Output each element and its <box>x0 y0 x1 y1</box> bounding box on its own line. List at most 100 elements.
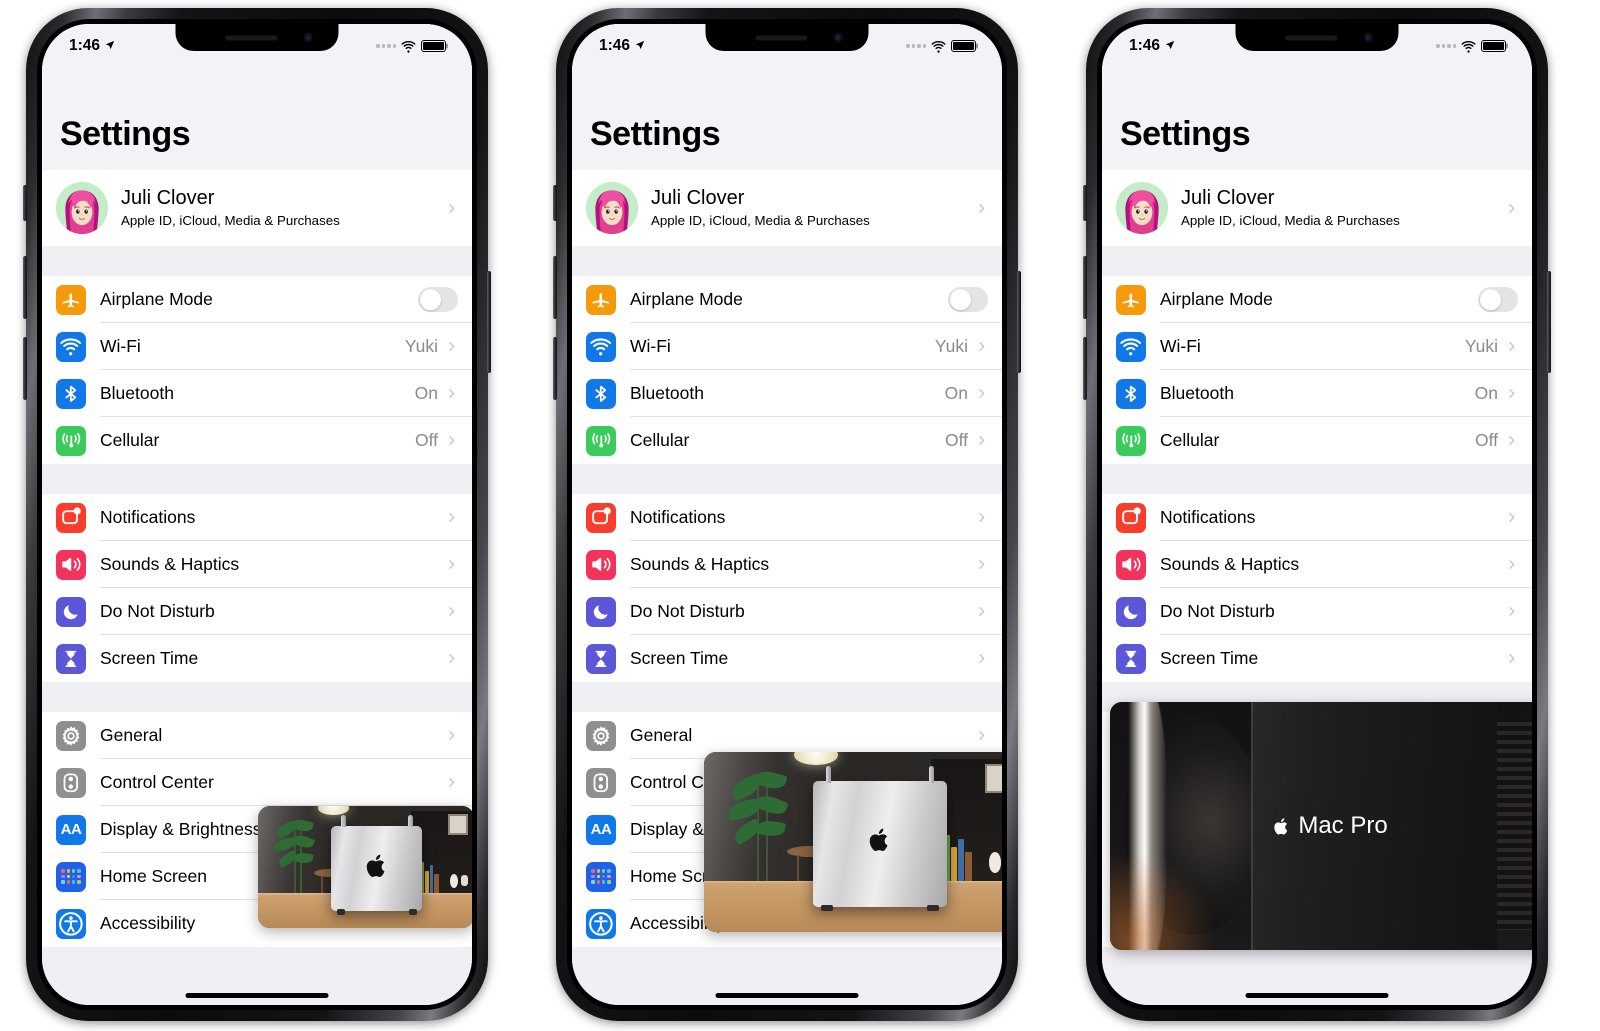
settings-row-wi-fi[interactable]: Wi-Fi Yuki <box>1102 323 1532 370</box>
settings-row-label: Screen Time <box>630 648 729 668</box>
account-row[interactable]: Juli Clover Apple ID, iCloud, Media & Pur… <box>1102 170 1532 246</box>
chevron-right-icon <box>445 729 458 742</box>
bluetooth-icon <box>1116 378 1146 409</box>
gear-icon <box>56 720 86 751</box>
chevron-right-icon <box>445 558 458 571</box>
cellular-antenna-icon <box>586 425 616 456</box>
airplane-mode-toggle[interactable] <box>948 287 988 312</box>
settings-row-general[interactable]: General <box>42 712 472 759</box>
chevron-right-icon <box>445 202 458 215</box>
settings-row-control-center[interactable]: Control Center <box>42 759 472 806</box>
settings-row-label: Do Not Disturb <box>630 601 745 621</box>
account-row[interactable]: Juli Clover Apple ID, iCloud, Media & Pur… <box>572 170 1002 246</box>
volume-down-button[interactable] <box>1083 337 1087 401</box>
settings-row-notifications[interactable]: Notifications <box>42 494 472 541</box>
settings-row-label: Cellular <box>100 430 160 450</box>
side-power-button[interactable] <box>487 271 491 373</box>
phone-screen: 1:46 Settings Juli Clover Apple ID, iCloud,… <box>1102 24 1532 1005</box>
settings-row-do-not-disturb[interactable]: Do Not Disturb <box>572 588 1002 635</box>
account-name: Juli Clover <box>121 187 215 209</box>
airplane-mode-toggle[interactable] <box>418 287 458 312</box>
settings-row-value: Yuki <box>1464 336 1498 356</box>
settings-row-sounds-haptics[interactable]: Sounds & Haptics <box>1102 541 1532 588</box>
phone-bezel: 1:46 Settings Juli Clover Apple ID, iCloud,… <box>1097 19 1537 1010</box>
group-spacer <box>572 464 1002 494</box>
account-row[interactable]: Juli Clover Apple ID, iCloud, Media & Pur… <box>42 170 472 246</box>
settings-row-cellular[interactable]: Cellular Off <box>572 417 1002 464</box>
settings-row-cellular[interactable]: Cellular Off <box>42 417 472 464</box>
picture-in-picture-player[interactable] <box>704 752 1002 932</box>
notch <box>175 24 339 51</box>
settings-row-notifications[interactable]: Notifications <box>572 494 1002 541</box>
settings-row-wi-fi[interactable]: Wi-Fi Yuki <box>572 323 1002 370</box>
chevron-right-icon <box>1505 340 1518 353</box>
account-subtitle: Apple ID, iCloud, Media & Purchases <box>1181 213 1400 228</box>
airplane-mode-toggle[interactable] <box>1478 287 1518 312</box>
home-screen-grid-icon <box>586 861 616 892</box>
settings-row-do-not-disturb[interactable]: Do Not Disturb <box>1102 588 1532 635</box>
chevron-right-icon <box>975 605 988 618</box>
settings-row-do-not-disturb[interactable]: Do Not Disturb <box>42 588 472 635</box>
home-indicator[interactable] <box>185 993 329 998</box>
settings-row-airplane-mode[interactable]: Airplane Mode <box>572 276 1002 323</box>
settings-row-screen-time[interactable]: Screen Time <box>42 635 472 682</box>
notifications-icon <box>1116 502 1146 533</box>
side-power-button[interactable] <box>1547 271 1551 373</box>
settings-row-label: General <box>630 725 693 745</box>
settings-row-screen-time[interactable]: Screen Time <box>572 635 1002 682</box>
settings-group-alerts: Notifications Sounds & Haptics Do Not Dist… <box>572 494 1002 682</box>
airplane-icon <box>56 284 86 315</box>
settings-row-wi-fi[interactable]: Wi-Fi Yuki <box>42 323 472 370</box>
settings-row-cellular[interactable]: Cellular Off <box>1102 417 1532 464</box>
chevron-right-icon <box>975 511 988 524</box>
settings-row-bluetooth[interactable]: Bluetooth On <box>1102 370 1532 417</box>
settings-row-airplane-mode[interactable]: Airplane Mode <box>42 276 472 323</box>
account-name: Juli Clover <box>1181 187 1275 209</box>
cellular-antenna-icon <box>1116 425 1146 456</box>
side-power-button[interactable] <box>1017 271 1021 373</box>
volume-up-button[interactable] <box>553 256 557 319</box>
home-indicator[interactable] <box>715 993 859 998</box>
front-camera-icon <box>1364 33 1373 42</box>
settings-group-alerts: Notifications Sounds & Haptics Do Not Dist… <box>1102 494 1532 682</box>
settings-group-alerts: Notifications Sounds & Haptics Do Not Dist… <box>42 494 472 682</box>
notch <box>705 24 869 51</box>
do-not-disturb-moon-icon <box>56 596 86 627</box>
do-not-disturb-moon-icon <box>586 596 616 627</box>
settings-row-sounds-haptics[interactable]: Sounds & Haptics <box>42 541 472 588</box>
settings-row-bluetooth[interactable]: Bluetooth On <box>572 370 1002 417</box>
accessibility-icon <box>586 908 616 939</box>
silent-switch[interactable] <box>1083 185 1087 221</box>
screen-time-hourglass-icon <box>586 643 616 674</box>
phone-bezel: 1:46 Settings Juli Clover Apple ID, iCloud,… <box>567 19 1007 1010</box>
phone-screen: 1:46 Settings Juli Clover Apple ID, iCloud,… <box>572 24 1002 1005</box>
settings-row-notifications[interactable]: Notifications <box>1102 494 1532 541</box>
silent-switch[interactable] <box>23 185 27 221</box>
control-center-icon <box>586 767 616 798</box>
settings-row-airplane-mode[interactable]: Airplane Mode <box>1102 276 1532 323</box>
sounds-haptics-icon <box>1116 549 1146 580</box>
settings-row-label: Sounds & Haptics <box>100 554 240 574</box>
volume-up-button[interactable] <box>1083 256 1087 319</box>
volume-up-button[interactable] <box>23 256 27 319</box>
chevron-right-icon <box>975 729 988 742</box>
home-indicator[interactable] <box>1245 993 1389 998</box>
settings-row-value: On <box>1474 383 1498 403</box>
settings-row-bluetooth[interactable]: Bluetooth On <box>42 370 472 417</box>
chevron-right-icon <box>1505 511 1518 524</box>
volume-down-button[interactable] <box>553 337 557 401</box>
pip-scene-mac-pro-desk <box>704 752 1002 932</box>
chevron-right-icon <box>445 434 458 447</box>
settings-row-label: Bluetooth <box>100 383 174 403</box>
silent-switch[interactable] <box>553 185 557 221</box>
avatar <box>586 182 638 234</box>
picture-in-picture-player[interactable]: Mac Pro <box>1110 702 1532 950</box>
settings-row-screen-time[interactable]: Screen Time <box>1102 635 1532 682</box>
account-subtitle: Apple ID, iCloud, Media & Purchases <box>121 213 340 228</box>
screen-time-hourglass-icon <box>56 643 86 674</box>
accessibility-icon <box>56 908 86 939</box>
group-spacer <box>42 464 472 494</box>
settings-row-sounds-haptics[interactable]: Sounds & Haptics <box>572 541 1002 588</box>
volume-down-button[interactable] <box>23 337 27 401</box>
picture-in-picture-player[interactable] <box>258 806 472 928</box>
